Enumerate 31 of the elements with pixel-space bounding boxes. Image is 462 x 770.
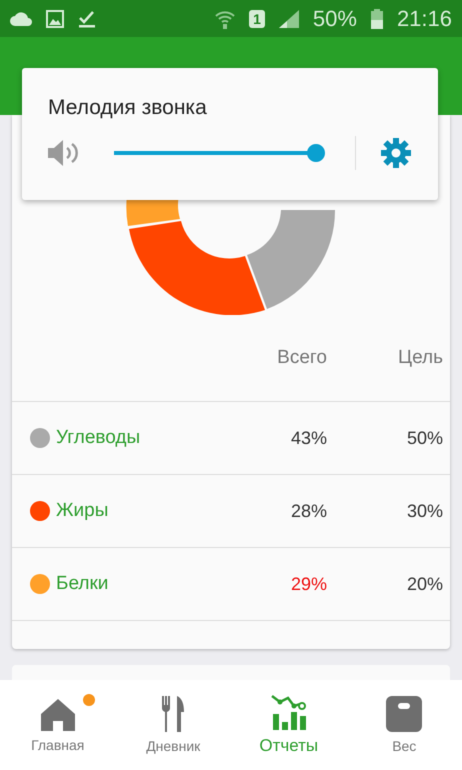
fork-knife-icon xyxy=(161,696,186,732)
chart-icon xyxy=(270,694,308,730)
cloud-icon xyxy=(10,12,32,26)
goal-value: 20% xyxy=(406,574,443,594)
nutrient-name: Жиры xyxy=(56,500,108,522)
goal-value: 30% xyxy=(406,500,443,522)
home-icon xyxy=(40,697,76,731)
total-value: 28% xyxy=(290,500,327,522)
column-header: Всего xyxy=(277,347,327,369)
nav-tab[interactable]: Дневник xyxy=(116,680,231,770)
signal-icon xyxy=(278,10,299,28)
speaker-icon[interactable] xyxy=(48,139,80,167)
scale-icon xyxy=(386,696,422,732)
wifi-icon xyxy=(215,8,236,28)
dialog-title: Мелодия звонка xyxy=(48,96,208,120)
nav-tab[interactable]: Отчеты xyxy=(231,680,346,770)
clock: 21:16 xyxy=(396,6,452,32)
nav-tab[interactable]: Главная xyxy=(0,680,116,770)
battery-percent: 50% xyxy=(312,6,357,32)
nutrient-name: Углеводы xyxy=(56,427,140,449)
column-header: Цель xyxy=(398,347,443,369)
sim-badge: 1 xyxy=(249,10,265,28)
nav-tab[interactable]: Вес xyxy=(346,680,462,770)
settings-icon[interactable] xyxy=(380,137,412,169)
total-value: 43% xyxy=(290,428,327,448)
goal-value: 50% xyxy=(406,428,443,448)
battery-icon xyxy=(370,8,383,28)
check-icon xyxy=(78,10,96,28)
total-value: 29% xyxy=(290,574,327,594)
image-icon xyxy=(46,10,64,28)
nutrient-name: Белки xyxy=(56,573,108,595)
